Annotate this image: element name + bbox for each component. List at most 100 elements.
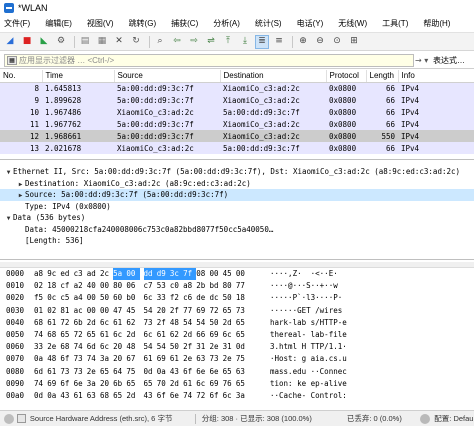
- hex-byte[interactable]: 43: [144, 390, 157, 402]
- hex-byte[interactable]: 6f: [60, 353, 73, 365]
- hex-byte[interactable]: 63: [196, 353, 209, 365]
- hex-byte[interactable]: 33: [34, 341, 47, 353]
- hex-byte[interactable]: 72: [60, 317, 73, 329]
- hex-byte[interactable]: 43: [170, 366, 183, 378]
- hex-byte[interactable]: 76: [223, 378, 236, 390]
- go-back-icon[interactable]: ⇦: [170, 35, 184, 49]
- restart-capture-icon[interactable]: ◣: [37, 35, 51, 49]
- hex-byte[interactable]: 6e: [170, 390, 183, 402]
- stop-capture-icon[interactable]: ■: [20, 35, 34, 49]
- capture-comment-icon[interactable]: [16, 414, 26, 423]
- hex-byte[interactable]: 31: [196, 341, 209, 353]
- display-filter-box[interactable]: ▦: [4, 53, 414, 67]
- hex-byte[interactable]: dd: [143, 268, 157, 281]
- hex-byte[interactable]: 48: [126, 341, 139, 353]
- hex-byte[interactable]: 9c: [47, 268, 60, 280]
- collapse-arrow-icon[interactable]: ▼: [4, 167, 13, 178]
- expression-button[interactable]: 表达式…: [433, 55, 465, 66]
- hex-byte[interactable]: 2f: [183, 341, 196, 353]
- hex-byte[interactable]: 68: [47, 329, 60, 341]
- hex-byte[interactable]: 45: [126, 305, 139, 317]
- hex-byte[interactable]: 00: [87, 292, 100, 304]
- hex-byte[interactable]: 0d: [34, 390, 47, 402]
- hex-byte[interactable]: 00: [126, 268, 140, 281]
- hex-byte[interactable]: c0: [170, 280, 183, 292]
- hex-byte[interactable]: 6c: [144, 329, 157, 341]
- last-packet-icon[interactable]: ⤓: [238, 35, 252, 49]
- hex-byte[interactable]: 63: [236, 366, 249, 378]
- hex-byte[interactable]: 64: [113, 366, 126, 378]
- hex-byte[interactable]: 65: [144, 378, 157, 390]
- column-header-1[interactable]: Time: [42, 70, 115, 83]
- hex-byte[interactable]: 3c: [169, 268, 184, 281]
- packet-row[interactable]: 13 2.021678 XiaomiCo_c3:ad:2c 5a:00:dd:d9:3…: [0, 142, 474, 154]
- hex-byte[interactable]: f5: [34, 292, 47, 304]
- hex-byte[interactable]: 69: [196, 305, 209, 317]
- hex-byte[interactable]: 6f: [60, 378, 73, 390]
- auto-scroll-icon[interactable]: ≣: [255, 34, 269, 49]
- go-to-packet-icon[interactable]: ⇌: [204, 35, 218, 49]
- hex-byte[interactable]: 65: [223, 366, 236, 378]
- hex-byte[interactable]: 0d: [236, 341, 249, 353]
- hex-byte[interactable]: 20: [157, 305, 170, 317]
- hex-byte[interactable]: 75: [126, 366, 139, 378]
- hex-byte[interactable]: dc: [209, 292, 222, 304]
- hex-byte[interactable]: 54: [144, 305, 157, 317]
- hex-byte[interactable]: 0a: [34, 353, 47, 365]
- hex-byte[interactable]: 61: [74, 390, 87, 402]
- hex-byte[interactable]: 65: [87, 329, 100, 341]
- open-file-icon[interactable]: ▤: [78, 35, 92, 49]
- status-profile[interactable]: 配置: Default: [434, 413, 474, 424]
- hex-byte[interactable]: 6e: [196, 366, 209, 378]
- hex-byte[interactable]: 73: [60, 366, 73, 378]
- hex-byte[interactable]: 20: [113, 353, 126, 365]
- first-packet-icon[interactable]: ⤒: [221, 35, 235, 49]
- hex-byte[interactable]: 6f: [209, 390, 222, 402]
- hex-byte[interactable]: 31: [223, 341, 236, 353]
- hex-byte[interactable]: 74: [183, 390, 196, 402]
- hex-byte[interactable]: 3a: [100, 353, 113, 365]
- column-header-2[interactable]: Source: [114, 70, 221, 83]
- hex-byte[interactable]: 7f: [183, 268, 197, 281]
- expert-info-icon[interactable]: [4, 413, 14, 424]
- hex-byte[interactable]: c5: [60, 292, 73, 304]
- collapse-arrow-icon[interactable]: ▼: [4, 213, 13, 224]
- hex-byte[interactable]: 72: [196, 390, 209, 402]
- hex-byte[interactable]: 2e: [87, 366, 100, 378]
- hex-byte[interactable]: 80: [223, 280, 236, 292]
- hex-byte[interactable]: 20: [100, 378, 113, 390]
- packet-row[interactable]: 8 1.645813 5a:00:dd:d9:3c:7f XiaomiCo_c3:ad…: [0, 82, 474, 94]
- hex-byte[interactable]: 2d: [223, 317, 236, 329]
- shark-fin-start-icon[interactable]: ◢: [3, 35, 17, 49]
- hex-byte[interactable]: 00: [209, 268, 222, 280]
- hex-byte[interactable]: 6b: [74, 317, 87, 329]
- hex-byte[interactable]: f2: [170, 292, 183, 304]
- zoom-in-icon[interactable]: ⊕: [296, 35, 310, 49]
- hex-byte[interactable]: 77: [236, 280, 249, 292]
- hex-byte[interactable]: 00: [87, 305, 100, 317]
- detail-tree-row[interactable]: Type: IPv4 (0x0800): [0, 201, 474, 213]
- ascii-dump[interactable]: ······GET /wires: [270, 305, 410, 317]
- hex-byte[interactable]: 62: [170, 329, 183, 341]
- hex-byte[interactable]: 73: [74, 366, 87, 378]
- ascii-dump[interactable]: ·Host: g aia.cs.u: [270, 353, 410, 365]
- hex-byte[interactable]: 48: [170, 317, 183, 329]
- menu-item-9[interactable]: 工具(T): [382, 18, 408, 29]
- hex-byte[interactable]: 54: [183, 317, 196, 329]
- hex-byte[interactable]: a2: [74, 280, 87, 292]
- hex-byte[interactable]: 75: [236, 353, 249, 365]
- hex-byte[interactable]: 01: [34, 305, 47, 317]
- hex-byte[interactable]: 2b: [196, 280, 209, 292]
- hex-byte[interactable]: 77: [183, 305, 196, 317]
- expand-arrow-icon[interactable]: ▶: [16, 179, 25, 190]
- hex-byte[interactable]: 3a: [236, 390, 249, 402]
- hex-byte[interactable]: 61: [47, 317, 60, 329]
- colorize-icon[interactable]: ≡: [272, 35, 286, 49]
- save-file-icon[interactable]: ▦: [95, 35, 109, 49]
- hex-byte[interactable]: 74: [74, 341, 87, 353]
- hex-byte[interactable]: 6c: [223, 390, 236, 402]
- hex-byte[interactable]: 08: [196, 268, 209, 280]
- hex-byte[interactable]: bd: [209, 280, 222, 292]
- hex-byte[interactable]: 68: [60, 341, 73, 353]
- menu-item-6[interactable]: 统计(S): [255, 18, 282, 29]
